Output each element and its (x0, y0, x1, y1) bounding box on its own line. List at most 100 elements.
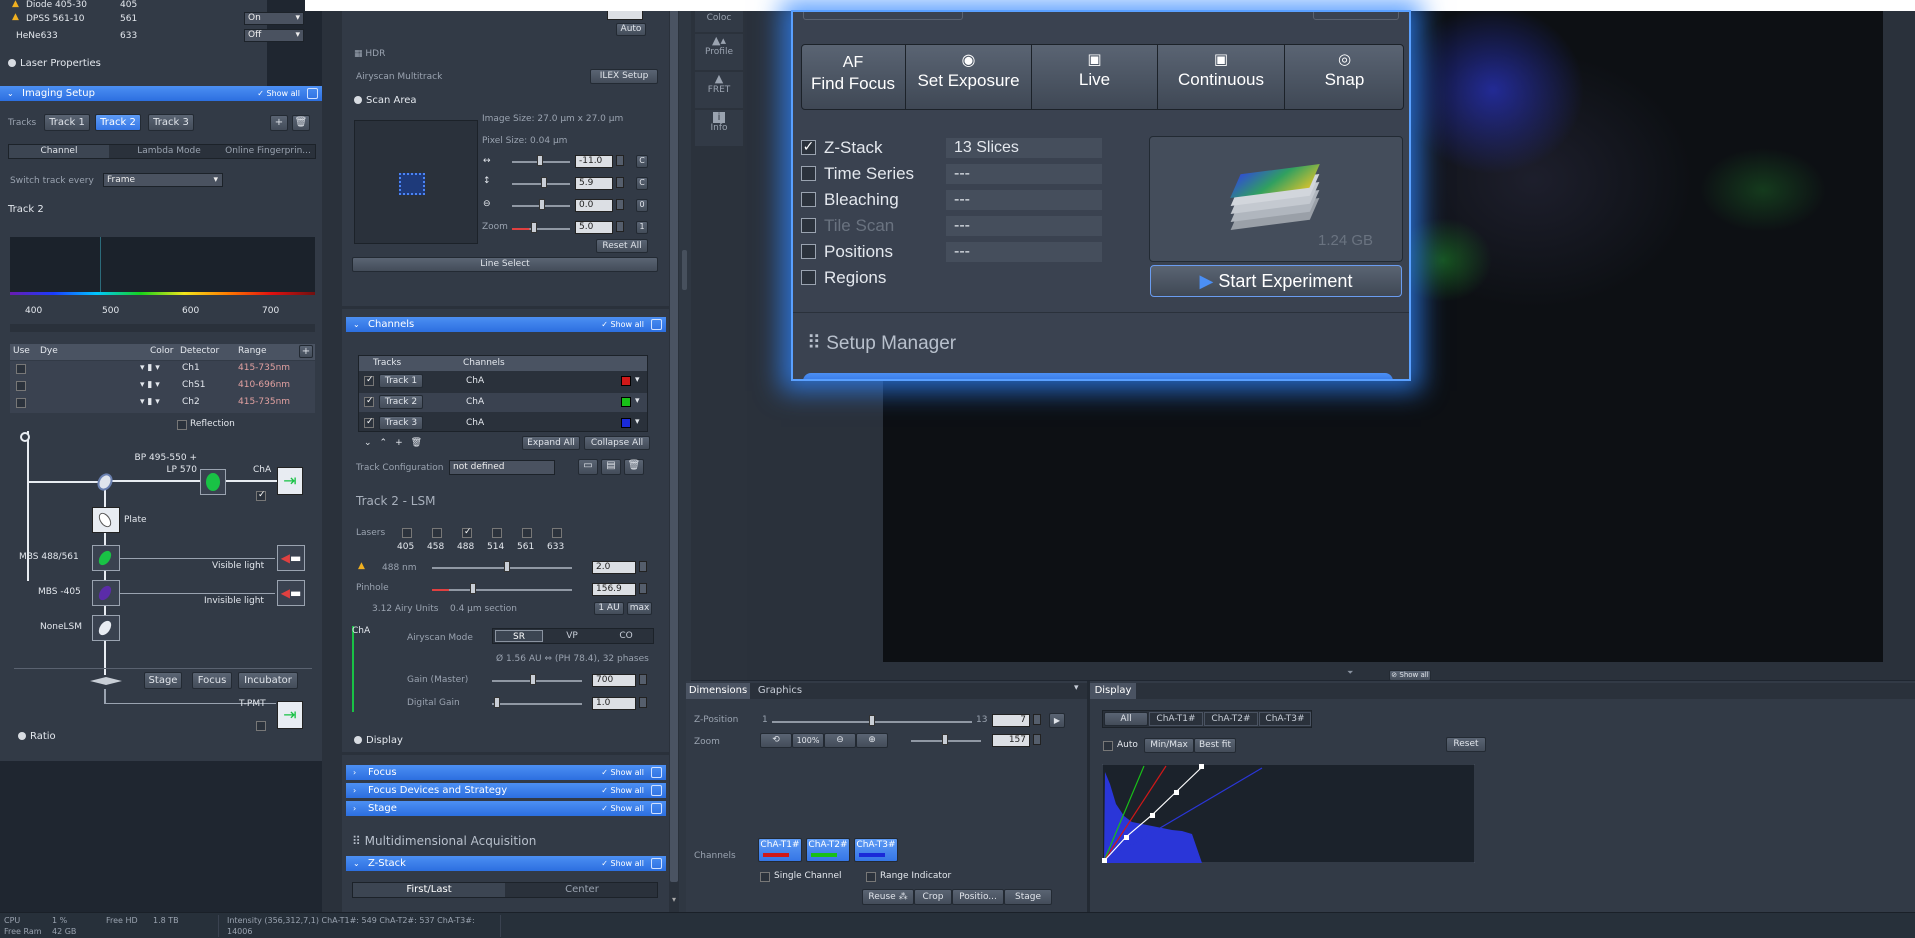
zpos-field[interactable]: 7 (992, 714, 1030, 727)
splitter-handle[interactable] (682, 250, 687, 290)
handle-min[interactable] (1102, 858, 1107, 863)
channel-button-t2[interactable]: ChA-T2# (806, 838, 850, 862)
pin-icon[interactable] (651, 803, 662, 814)
detector-icon[interactable]: ⇥ (277, 467, 303, 495)
laser-state-select[interactable]: Off ▾ (244, 29, 304, 42)
tab-cha-t1[interactable]: ChA-T1# (1149, 712, 1203, 726)
fret-tool[interactable]: ▲ FRET (695, 72, 743, 108)
table-row[interactable]: Track 2 ChA ▾ (359, 393, 647, 412)
channels-header[interactable]: ⌄ Channels ✓ Show all (346, 317, 666, 332)
one-au-button[interactable]: 1 AU (594, 602, 624, 615)
table-nav-icons[interactable]: ⌄⌃+🗑 (364, 438, 430, 448)
zoom-slider[interactable] (942, 734, 948, 745)
reset-rotation-button[interactable]: 0 (636, 199, 648, 212)
continuous-button[interactable]: ▣ Continuous (1158, 44, 1284, 110)
tab-first-last[interactable]: First/Last (353, 883, 505, 897)
open-config-icon[interactable]: ▭ (578, 459, 598, 475)
use-checkbox[interactable] (16, 364, 26, 374)
tab-display[interactable]: Display (1090, 683, 1136, 699)
dropdown-icon[interactable]: ▾ ▮ ▾ (140, 380, 160, 390)
lamp-icon[interactable]: ◀▬ (277, 545, 305, 571)
rotation-field[interactable]: 0.0 (575, 199, 613, 212)
color-swatch[interactable] (621, 376, 631, 386)
laser-checkbox[interactable] (522, 528, 532, 538)
snap-button[interactable]: ◎ Snap (1285, 44, 1404, 110)
crop-button[interactable]: Crop (914, 889, 952, 905)
handle-gamma[interactable] (1124, 835, 1129, 840)
handle-gamma[interactable] (1174, 790, 1179, 795)
digital-gain-slider[interactable] (494, 697, 500, 708)
start-experiment-button[interactable]: ▶ Start Experiment (1150, 265, 1402, 297)
live-button[interactable]: ▣ Live (1032, 44, 1157, 110)
laser-power-field[interactable]: 2.0 (592, 561, 636, 574)
tab-lambda-mode[interactable]: Lambda Mode (119, 145, 219, 158)
spinner[interactable] (1033, 714, 1041, 725)
table-row[interactable]: Track 3 ChA ▾ (359, 414, 647, 433)
focus-devices-header[interactable]: › Focus Devices and Strategy ✓ Show all (346, 783, 666, 798)
experiment-option-row[interactable]: Tile Scan --- (793, 214, 1143, 238)
zoom-out-icon[interactable]: ⊖ (824, 733, 856, 748)
laser-checkbox[interactable] (432, 528, 442, 538)
range-indicator-checkbox[interactable] (866, 872, 876, 882)
profile-tool[interactable]: ▲▴ Profile (695, 34, 743, 70)
add-track-button[interactable]: + (270, 115, 288, 131)
laser-properties-toggle[interactable]: Laser Properties (8, 58, 101, 69)
scan-area-toggle[interactable]: Scan Area (354, 95, 417, 106)
option-checkbox[interactable] (801, 270, 816, 285)
dropdown-icon[interactable]: ▾ ▮ ▾ (140, 363, 160, 373)
info-tool[interactable]: i Info (695, 110, 743, 146)
spinner[interactable] (616, 177, 624, 188)
offset-y-field[interactable]: 5.9 (575, 177, 613, 190)
reset-all-button[interactable]: Reset All (596, 239, 648, 253)
scan-region-icon[interactable] (399, 173, 425, 195)
experiment-option-row[interactable]: Positions --- (793, 240, 1143, 264)
middle-scrollbar[interactable]: ▾ (669, 0, 679, 912)
fit-icon[interactable]: ⟲ (760, 733, 792, 748)
incubator-button[interactable]: Incubator (238, 672, 298, 689)
pin-icon[interactable] (651, 767, 662, 778)
offset-x-slider[interactable] (537, 155, 543, 166)
pinhole-field[interactable]: 156.9 (592, 583, 636, 596)
zoom-100-button[interactable]: 100% (792, 733, 824, 748)
play-button[interactable]: ▶ (1049, 713, 1065, 728)
collapsed-section-header[interactable] (803, 373, 1393, 379)
laser-state-select[interactable]: On ▾ (244, 12, 304, 25)
max-button[interactable]: max (627, 602, 652, 615)
pin-icon[interactable] (651, 858, 662, 869)
lamp-icon[interactable]: ◀▬ (277, 580, 305, 606)
focus-header[interactable]: › Focus ✓ Show all (346, 765, 666, 780)
handle-gamma[interactable] (1150, 813, 1155, 818)
collapse-all-button[interactable]: Collapse All (584, 436, 650, 450)
detector-range[interactable]: 415-735nm (238, 363, 290, 373)
center-button[interactable]: C (636, 155, 648, 168)
plate-icon[interactable] (92, 507, 120, 533)
channel-button-t1[interactable]: ChA-T1# (758, 838, 802, 862)
use-checkbox[interactable] (16, 381, 26, 391)
setup-manager-title[interactable]: ⠿ Setup Manager (807, 332, 956, 355)
color-swatch[interactable] (621, 397, 631, 407)
detector-checkbox[interactable] (256, 490, 266, 501)
ilex-setup-button[interactable]: ILEX Setup (590, 69, 658, 84)
mode-sr[interactable]: SR (495, 630, 543, 642)
pin-icon[interactable] (651, 785, 662, 796)
mode-co[interactable]: CO (601, 630, 651, 642)
add-dye-button[interactable]: + (299, 345, 313, 358)
track-2-button[interactable]: Track 2 (95, 114, 141, 131)
switch-track-select[interactable]: Frame ▾ (103, 173, 223, 187)
tab-online-fingerprinting[interactable]: Online Fingerprin... (219, 145, 317, 158)
collapse-handle-icon[interactable]: ⏷ (1347, 668, 1353, 678)
show-all-toggle[interactable]: ✓ Show all (601, 783, 644, 798)
laser-power-slider[interactable] (504, 561, 510, 572)
stage-button[interactable]: Stage (1004, 889, 1052, 905)
show-all-toggle[interactable]: ✓ Show all (601, 765, 644, 780)
scan-area-view[interactable] (354, 120, 478, 244)
track-config-select[interactable]: not defined (449, 460, 555, 475)
option-checkbox[interactable] (801, 166, 816, 181)
chevron-down-icon[interactable]: ▾ (635, 417, 640, 427)
gain-field[interactable]: 700 (592, 674, 636, 687)
spinner[interactable] (1033, 734, 1041, 745)
tab-all[interactable]: All (1104, 712, 1148, 726)
experiment-option-row[interactable]: Time Series --- (793, 162, 1143, 186)
imaging-setup-header[interactable]: ⌄ Imaging Setup ✓ Show all (0, 86, 322, 101)
scrollbar-thumb[interactable] (670, 2, 678, 882)
